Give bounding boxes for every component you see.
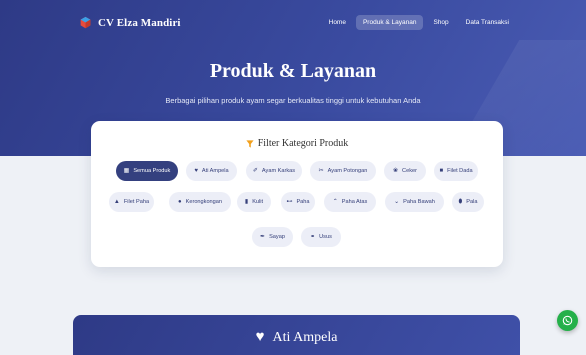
whatsapp-button[interactable] xyxy=(557,310,578,331)
chip-label: Pala xyxy=(466,199,478,205)
chip-semua-produk[interactable]: ▦ Semua Produk xyxy=(116,161,178,181)
chip-ayam-potongan[interactable]: ✂ Ayam Potongan xyxy=(310,161,376,181)
funnel-icon xyxy=(246,139,254,148)
page-subtitle: Berbagai pilihan produk ayam segar berku… xyxy=(165,96,421,105)
whatsapp-icon xyxy=(562,315,573,326)
chip-label: Filet Dada xyxy=(447,168,473,174)
chip-label: Ayam Karkas xyxy=(261,168,296,174)
chip-paha-bawah[interactable]: ⌄ Paha Bawah xyxy=(385,192,444,212)
chip-filet-dada[interactable]: ■ Filet Dada xyxy=(434,161,478,181)
paw-icon: ❀ xyxy=(393,168,399,174)
drumstick-icon: ✐ xyxy=(252,168,258,174)
chip-usus[interactable]: ⚭ Usus xyxy=(301,227,341,247)
chevron-up-icon: ⌃ xyxy=(332,199,338,205)
nav-produk-layanan[interactable]: Produk & Layanan xyxy=(355,15,424,30)
chip-label: Sayap xyxy=(269,234,285,240)
chip-kulit[interactable]: ▮ Kulit xyxy=(237,192,271,212)
filter-card: Filter Kategori Produk ▦ Semua Produk ♥ … xyxy=(91,121,503,267)
feather-icon: ✒ xyxy=(260,234,266,240)
nav-home[interactable]: Home xyxy=(322,15,353,30)
chip-paha[interactable]: ⊷ Paha xyxy=(281,192,315,212)
chip-label: Semua Produk xyxy=(133,168,171,174)
layer-icon: ▮ xyxy=(244,199,249,205)
filter-title: Filter Kategori Produk xyxy=(91,138,503,149)
chip-label: Ati Ampela xyxy=(201,168,229,174)
chip-label: Paha Atas xyxy=(341,199,368,205)
chip-kerongkongan[interactable]: ● Kerongkongan xyxy=(169,192,231,212)
chicken-logo-icon xyxy=(80,16,91,29)
brand-name: CV Elza Mandiri xyxy=(98,16,181,29)
chip-label: Paha Bawah xyxy=(403,199,435,205)
chip-paha-atas[interactable]: ⌃ Paha Atas xyxy=(324,192,376,212)
chip-ceker[interactable]: ❀ Ceker xyxy=(384,161,426,181)
heart-icon: ♥ xyxy=(255,329,265,345)
chevron-down-icon: ⌄ xyxy=(394,199,400,205)
nav-menu: Home Produk & Layanan Shop Data Transaks… xyxy=(322,15,516,30)
circle-icon: ● xyxy=(177,199,182,205)
chip-ayam-karkas[interactable]: ✐ Ayam Karkas xyxy=(246,161,302,181)
section-title: ♥ Ati Ampela xyxy=(73,329,520,346)
page-title: Produk & Layanan xyxy=(209,60,377,82)
chip-label: Filet Paha xyxy=(123,199,150,205)
scissors-icon: ✂ xyxy=(318,168,324,174)
chip-label: Ceker xyxy=(402,168,417,174)
chip-label: Kerongkongan xyxy=(185,199,222,205)
heart-icon: ♥ xyxy=(194,168,198,174)
bone-icon: ⊷ xyxy=(286,199,293,205)
chip-label: Paha xyxy=(296,199,310,205)
chip-label: Kulit xyxy=(252,199,264,205)
grid-icon: ▦ xyxy=(123,168,130,174)
chip-sayap[interactable]: ✒ Sayap xyxy=(252,227,293,247)
chip-ati-ampela[interactable]: ♥ Ati Ampela xyxy=(186,161,237,181)
link-icon: ⚭ xyxy=(310,234,316,240)
category-section-header: ♥ Ati Ampela xyxy=(73,315,520,355)
section-title-text: Ati Ampela xyxy=(272,329,338,345)
egg-icon: ⬮ xyxy=(458,199,463,205)
navbar: CV Elza Mandiri Home Produk & Layanan Sh… xyxy=(0,0,586,46)
chip-pala[interactable]: ⬮ Pala xyxy=(452,192,484,212)
chip-label: Usus xyxy=(319,234,332,240)
filter-title-text: Filter Kategori Produk xyxy=(257,138,349,149)
chip-filet-paha[interactable]: ▲ Filet Paha xyxy=(109,192,154,212)
nav-shop[interactable]: Shop xyxy=(426,15,455,30)
chip-label: Ayam Potongan xyxy=(327,168,368,174)
brand[interactable]: CV Elza Mandiri xyxy=(79,16,181,29)
nav-data-transaksi[interactable]: Data Transaksi xyxy=(459,15,516,30)
weights-icon: ▲ xyxy=(113,199,120,205)
square-icon: ■ xyxy=(439,168,444,174)
